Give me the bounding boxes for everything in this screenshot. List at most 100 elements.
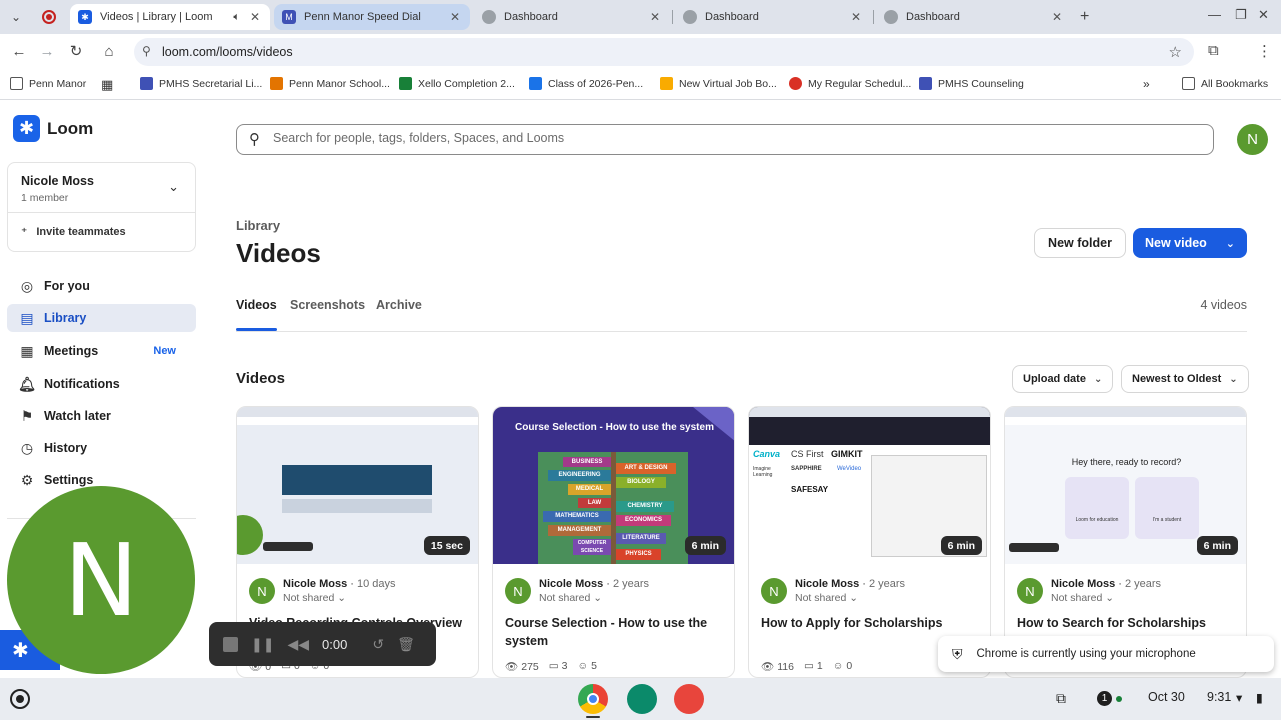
stop-icon[interactable] [223, 636, 238, 652]
close-tab-icon[interactable]: ✕ [648, 10, 662, 24]
tab-archive[interactable]: Archive [376, 298, 422, 312]
chevron-down-icon[interactable]: ⌄ [168, 179, 179, 195]
close-tab-icon[interactable]: ✕ [248, 10, 262, 24]
thumb-tabbar [237, 407, 478, 417]
new-video-button[interactable]: New video ⌄ [1133, 228, 1247, 258]
new-folder-button[interactable]: New folder [1034, 228, 1126, 258]
speaker-icon[interactable]: 🔈︎ [233, 11, 240, 24]
bookmark-label: Penn Manor School... [289, 77, 390, 90]
address-bar[interactable]: ⚲ loom.com/looms/videos ☆ [134, 38, 1194, 66]
video-count: 4 videos [1200, 298, 1247, 312]
tab-loom-videos[interactable]: ✱ Videos | Library | Loom 🔈︎ ✕ [70, 4, 270, 30]
new-tab-icon[interactable]: + [1080, 8, 1089, 26]
bookmark-star-icon[interactable]: ☆ [1169, 43, 1182, 61]
chrome-menu-icon[interactable]: ⋮ [1257, 42, 1272, 60]
home-icon[interactable]: ⌂ [99, 42, 119, 62]
video-title[interactable]: Course Selection - How to use the system [505, 614, 727, 650]
launcher-icon[interactable] [10, 689, 30, 709]
nav-meetings[interactable]: ▦ Meetings New [7, 337, 196, 365]
clock[interactable]: 9:31 [1207, 690, 1231, 704]
classroom-app-icon[interactable] [627, 684, 657, 714]
chevron-down-icon: ⌄ [1229, 373, 1238, 385]
person-circle-icon: ◎ [20, 277, 34, 294]
nav-library[interactable]: ▤ Library [7, 304, 196, 332]
camera-bubble[interactable]: N [7, 486, 195, 674]
tab-screenshots[interactable]: Screenshots [290, 298, 365, 312]
thumb-option-card [1065, 477, 1129, 539]
paint-app-icon[interactable] [674, 684, 704, 714]
recording-timer: 0:00 [322, 636, 348, 652]
sort-field-dropdown[interactable]: Upload date ⌄ [1012, 365, 1114, 393]
wifi-icon[interactable]: ▾ [1236, 690, 1242, 705]
forward-icon[interactable]: → [37, 42, 57, 62]
url-text[interactable]: loom.com/looms/videos [162, 45, 293, 59]
bookmark-class-of-2026[interactable]: Class of 2026-Pen... [529, 77, 643, 90]
pause-icon[interactable]: ❚❚ [251, 636, 274, 653]
tab-dashboard-2[interactable]: Dashboard ✕ [675, 4, 871, 30]
tab-penn-manor-speed-dial[interactable]: M Penn Manor Speed Dial ✕ [274, 4, 470, 30]
breadcrumb[interactable]: Library [236, 218, 280, 233]
screenshot-icon[interactable]: ⧉ [1056, 690, 1066, 707]
battery-icon[interactable]: ▮ [1256, 690, 1263, 705]
trash-icon[interactable]: 🗑︎ [397, 636, 415, 653]
thumb-option-card [1135, 477, 1199, 539]
notification-count[interactable]: 1 [1097, 691, 1112, 706]
bookmark-pmhs-secretarial[interactable]: PMHS Secretarial Li... [140, 77, 262, 90]
new-badge: New [153, 345, 176, 357]
apps-grid-icon[interactable]: ▦ [101, 77, 113, 93]
search-bar[interactable]: ⚲ [236, 124, 1214, 155]
bookmark-virtual-job-board[interactable]: New Virtual Job Bo... [660, 77, 777, 90]
close-tab-icon[interactable]: ✕ [448, 10, 462, 24]
extensions-icon[interactable]: ⧉ [1208, 42, 1219, 59]
microphone-toast: ⛨ Chrome is currently using your microph… [938, 636, 1274, 672]
sharing-status-dropdown[interactable]: Not shared ⌄ [539, 592, 602, 604]
workspace-switcher[interactable]: Nicole Moss 1 member ⌄ ⁺ Invite teammate… [7, 162, 196, 252]
sharing-status-dropdown[interactable]: Not shared ⌄ [1051, 592, 1114, 604]
date-display[interactable]: Oct 30 [1148, 690, 1185, 704]
loom-logo[interactable]: ✱ Loom [13, 115, 93, 142]
bookmark-regular-schedule[interactable]: My Regular Schedul... [789, 77, 911, 90]
tabs-divider [236, 331, 1247, 332]
back-icon[interactable]: ← [9, 42, 29, 62]
chevron-down-icon[interactable]: ⌄ [1226, 237, 1235, 250]
sharing-status-dropdown[interactable]: Not shared ⌄ [795, 592, 858, 604]
bookmark-pmhs-counseling[interactable]: PMHS Counseling [919, 77, 1024, 90]
bookmarks-overflow-icon[interactable]: » [1143, 77, 1150, 91]
restart-icon[interactable]: ↺ [372, 636, 384, 653]
tab-dashboard-1[interactable]: Dashboard ✕ [474, 4, 670, 30]
video-title[interactable]: How to Apply for Scholarships [761, 614, 983, 632]
minimize-icon[interactable]: — [1208, 7, 1221, 22]
bookmark-penn-manor-school[interactable]: Penn Manor School... [270, 77, 390, 90]
invite-teammates-button[interactable]: ⁺ Invite teammates [21, 225, 126, 239]
workspace-members: 1 member [21, 192, 69, 204]
nav-notifications[interactable]: 🔔︎ Notifications [7, 370, 196, 398]
sharing-status-dropdown[interactable]: Not shared ⌄ [283, 592, 346, 604]
bookmark-icon: ⚑ [20, 407, 34, 424]
chrome-app-icon[interactable] [578, 684, 608, 714]
views-count: 116 [777, 661, 794, 673]
close-window-icon[interactable]: ✕ [1258, 7, 1269, 23]
bookmark-xello[interactable]: Xello Completion 2... [399, 77, 515, 90]
video-title[interactable]: How to Search for Scholarships [1017, 614, 1239, 632]
bookmark-penn-manor[interactable]: Penn Manor [10, 77, 86, 90]
nav-watch-later[interactable]: ⚑ Watch later [7, 402, 196, 430]
nav-history[interactable]: ◷ History [7, 434, 196, 462]
nav-for-you[interactable]: ◎ For you [7, 272, 196, 300]
sharing-label: Not shared [283, 592, 335, 604]
restore-icon[interactable]: ❐ [1235, 7, 1247, 23]
rewind-icon[interactable]: ◀◀ [287, 636, 309, 653]
reload-icon[interactable]: ↻ [66, 42, 86, 62]
sort-order-dropdown[interactable]: Newest to Oldest ⌄ [1121, 365, 1249, 393]
tab-search-chevron-icon[interactable]: ⌄ [6, 8, 26, 26]
close-tab-icon[interactable]: ✕ [849, 10, 863, 24]
user-avatar[interactable]: N [1237, 124, 1268, 155]
search-input[interactable] [273, 131, 1173, 145]
recording-indicator-icon [42, 10, 56, 24]
tab-videos[interactable]: Videos [236, 298, 277, 312]
all-bookmarks[interactable]: All Bookmarks [1182, 77, 1268, 90]
thumb-sign: ECONOMICS [616, 515, 671, 526]
site-info-icon[interactable]: ⚲ [142, 44, 151, 58]
close-tab-icon[interactable]: ✕ [1050, 10, 1064, 24]
tab-dashboard-3[interactable]: Dashboard ✕ [876, 4, 1072, 30]
video-card[interactable]: Course Selection - How to use the system… [492, 406, 735, 678]
